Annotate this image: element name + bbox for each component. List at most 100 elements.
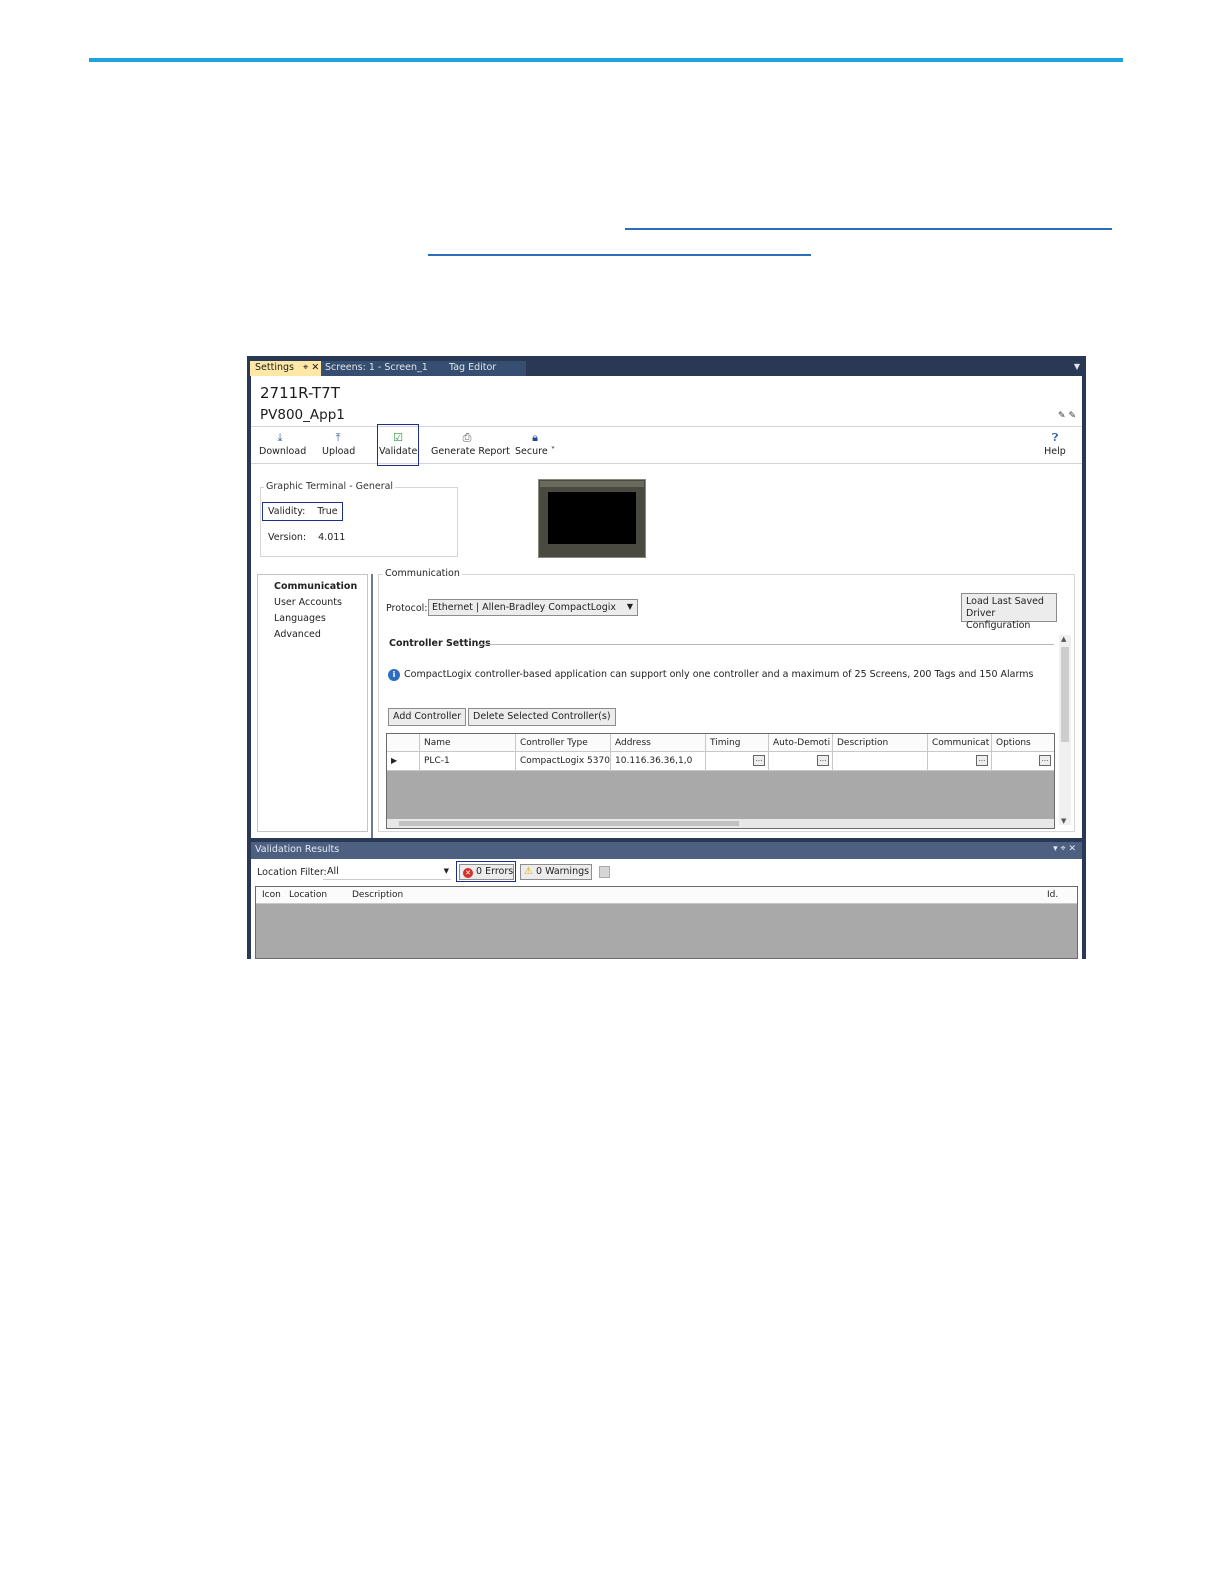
grid-col-description[interactable]: Description	[833, 734, 928, 751]
warnings-filter-button[interactable]: ⚠ 0 Warnings	[520, 864, 592, 880]
location-filter-dropdown[interactable]: All ▼	[323, 864, 451, 880]
lock-icon: 🔒︎	[532, 431, 538, 444]
generate-report-button[interactable]: ⎙ Generate Report	[431, 431, 510, 461]
grid-col-timing[interactable]: Timing	[706, 734, 769, 751]
upload-label: Upload	[322, 446, 356, 457]
row-selector[interactable]: ▶	[387, 752, 420, 770]
secure-label: Secure ˅	[515, 446, 556, 457]
results-col-icon[interactable]: Icon	[262, 890, 281, 900]
device-title: 2711R-T7T	[260, 384, 340, 402]
terminal-image	[538, 479, 646, 558]
ccw-application-window: Settings ⌖ ✕ Screens: 1 - Screen_1 Tag E…	[247, 356, 1086, 959]
validate-button[interactable]: ☑ Validate	[379, 431, 417, 461]
tab-settings[interactable]: Settings ⌖ ✕	[250, 361, 321, 376]
tab-overflow-icon[interactable]: ▼	[1074, 362, 1080, 371]
validation-results-title: Validation Results	[255, 844, 340, 855]
top-accent-rule	[89, 58, 1123, 62]
version-row: Version: 4.011	[268, 532, 345, 543]
validate-label: Validate	[379, 446, 418, 457]
settings-document: 2711R-T7T PV800_App1 ✎ ✎ ⤓ Download ⤒ Up…	[251, 376, 1082, 838]
tab-screen-1[interactable]: Screens: 1 - Screen_1	[320, 361, 433, 376]
communication-ellipsis-button[interactable]: ...	[976, 755, 988, 766]
version-label: Version:	[268, 532, 307, 543]
cell-description[interactable]	[833, 752, 928, 770]
nav-item-advanced[interactable]: Advanced	[274, 629, 321, 640]
tab-pin-close-icons[interactable]: ⌖ ✕	[303, 362, 319, 373]
clear-results-icon[interactable]	[599, 866, 610, 878]
validation-results-table: Icon Location Description Id.	[255, 886, 1078, 959]
panel-splitter[interactable]	[371, 574, 373, 838]
cell-options[interactable]: ...	[992, 752, 1054, 770]
pin-icons[interactable]: ✎ ✎	[1058, 411, 1076, 421]
delete-controller-button[interactable]: Delete Selected Controller(s)	[468, 708, 616, 726]
secure-button[interactable]: 🔒︎ Secure ˅	[515, 431, 555, 461]
download-button[interactable]: ⤓ Download	[259, 431, 307, 461]
grid-col-selector	[387, 734, 420, 751]
upload-button[interactable]: ⤒ Upload	[322, 431, 356, 461]
grid-col-options[interactable]: Options	[992, 734, 1054, 751]
results-col-id[interactable]: Id.	[1047, 890, 1058, 900]
validity-highlight-box: Validity: True	[262, 502, 343, 521]
panel-controls-icons[interactable]: ▾ ⌖ ✕	[1053, 844, 1076, 854]
results-col-location[interactable]: Location	[289, 890, 327, 900]
scroll-up-arrow-icon[interactable]: ▲	[1061, 635, 1066, 643]
toolbar: ⤓ Download ⤒ Upload ☑ Validate ⎙ Generat…	[251, 424, 1082, 466]
cell-timing[interactable]: ...	[706, 752, 769, 770]
errors-count: 0 Errors	[476, 866, 514, 877]
upload-icon: ⤒	[335, 431, 341, 444]
grid-col-auto-demote[interactable]: Auto-Demoti	[769, 734, 833, 751]
terminal-bezel-top	[540, 481, 644, 487]
nav-item-user-accounts[interactable]: User Accounts	[274, 597, 342, 608]
error-icon: ✕	[463, 868, 473, 878]
grid-col-controller-type[interactable]: Controller Type	[516, 734, 611, 751]
hyperlink-underline-2[interactable]	[428, 254, 811, 256]
cell-address[interactable]: 10.116.36.36,1,0	[611, 752, 706, 770]
nav-item-languages[interactable]: Languages	[274, 613, 326, 624]
grid-horizontal-scroll-thumb[interactable]	[399, 821, 739, 826]
hyperlink-underline-1[interactable]	[625, 228, 1112, 230]
dropdown-arrow-icon: ▼	[626, 602, 633, 611]
grid-col-address[interactable]: Address	[611, 734, 706, 751]
location-filter-value: All	[327, 866, 339, 877]
protocol-value: Ethernet | Allen-Bradley CompactLogix	[432, 602, 617, 613]
grid-horizontal-scrollbar[interactable]	[387, 819, 1054, 828]
cell-controller-type[interactable]: CompactLogix 5370	[516, 752, 611, 770]
download-label: Download	[259, 446, 307, 457]
general-group-title: Graphic Terminal - General	[264, 481, 396, 492]
cell-communication[interactable]: ...	[928, 752, 992, 770]
settings-vertical-scroll-thumb[interactable]	[1061, 647, 1069, 742]
cell-name[interactable]: PLC-1	[420, 752, 516, 770]
tab-tag-editor[interactable]: Tag Editor	[444, 361, 501, 376]
validity-value: True	[317, 506, 338, 517]
table-row[interactable]: ▶ PLC-1 CompactLogix 5370 10.116.36.36,1…	[387, 752, 1054, 771]
location-filter-label: Location Filter:	[257, 867, 327, 878]
tab-screen-1-label: Screens: 1 - Screen_1	[325, 362, 428, 373]
settings-vertical-scrollbar[interactable]: ▲ ▼	[1059, 635, 1071, 825]
help-label: Help	[1044, 446, 1066, 457]
dropdown-arrow-icon: ▼	[443, 867, 449, 875]
cell-auto-demote[interactable]: ...	[769, 752, 833, 770]
options-ellipsis-button[interactable]: ...	[1039, 755, 1051, 766]
validation-results-panel: Location Filter: All ▼ ✕ 0 Errors ⚠ 0 Wa…	[251, 859, 1082, 959]
application-title: PV800_App1	[260, 407, 345, 423]
load-label-line2: Driver Configuration	[966, 608, 1031, 631]
grid-header: Name Controller Type Address Timing Auto…	[387, 734, 1054, 752]
settings-nav: Communication User Accounts Languages Ad…	[257, 574, 368, 832]
load-last-saved-button[interactable]: Load Last Saved Driver Configuration	[961, 593, 1057, 631]
controller-grid: Name Controller Type Address Timing Auto…	[386, 733, 1055, 829]
auto-demote-ellipsis-button[interactable]: ...	[817, 755, 829, 766]
protocol-dropdown[interactable]: Ethernet | Allen-Bradley CompactLogix ▼	[428, 599, 638, 616]
timing-ellipsis-button[interactable]: ...	[753, 755, 765, 766]
scroll-down-arrow-icon[interactable]: ▼	[1061, 817, 1066, 825]
grid-col-name[interactable]: Name	[420, 734, 516, 751]
grid-col-communication[interactable]: Communicat	[928, 734, 992, 751]
errors-filter-button[interactable]: ✕ 0 Errors	[459, 864, 514, 880]
tab-tag-editor-label: Tag Editor	[449, 362, 497, 373]
load-label-line1: Load Last Saved	[966, 596, 1044, 607]
nav-item-communication[interactable]: Communication	[274, 581, 357, 592]
add-controller-button[interactable]: Add Controller	[388, 708, 467, 726]
help-button[interactable]: ❓︎ Help	[1043, 431, 1067, 461]
checkbox-check-icon: ☑	[393, 431, 403, 444]
results-col-description[interactable]: Description	[352, 890, 403, 900]
controller-settings-heading: Controller Settings	[389, 638, 491, 649]
